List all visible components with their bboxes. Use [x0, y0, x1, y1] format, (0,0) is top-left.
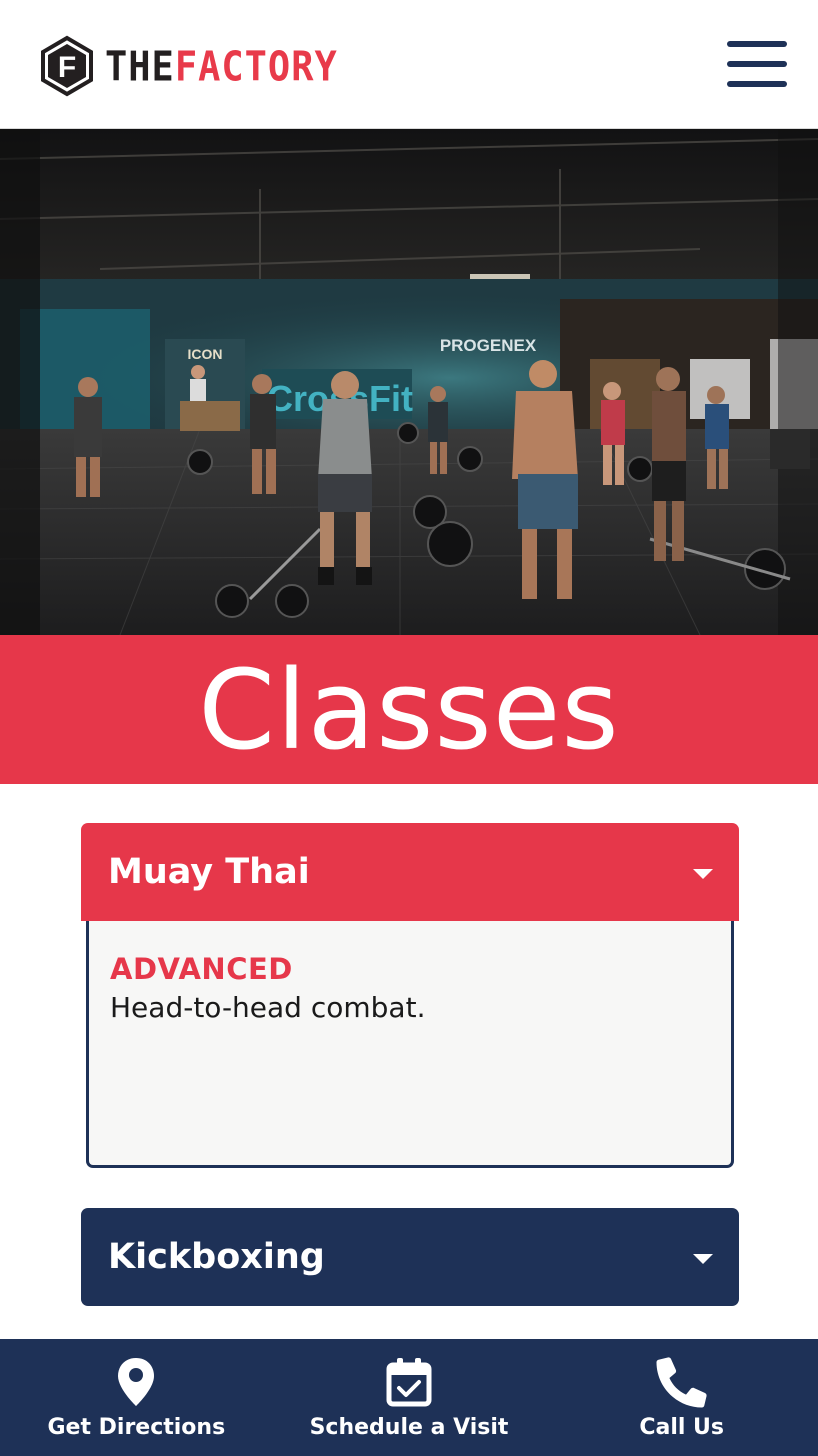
call-us-label: Call Us [639, 1415, 725, 1440]
get-directions-label: Get Directions [47, 1415, 226, 1440]
schedule-visit-label: Schedule a Visit [309, 1415, 509, 1440]
hamburger-menu-icon[interactable] [724, 38, 790, 92]
logo-word-the: THE [105, 42, 175, 90]
accordion-header-muay-thai[interactable]: Muay Thai [81, 823, 739, 921]
logo-hexagon-icon: F [41, 35, 93, 97]
title-banner: Classes [0, 635, 818, 784]
class-description: Head-to-head combat. [110, 990, 426, 1024]
logo-word-factory: FACTORY [174, 42, 338, 90]
accordion-item-muay-thai: Muay Thai ADVANCED Head-to-head combat. [81, 823, 739, 1168]
map-pin-icon [109, 1355, 163, 1409]
caret-down-icon[interactable] [693, 1254, 713, 1264]
calendar-check-icon [382, 1355, 436, 1409]
wall-sign-icon-text: ICON [188, 346, 223, 362]
accordion-item-kickboxing: Kickboxing [81, 1208, 739, 1306]
site-header: F THEFACTORY [0, 0, 818, 129]
menu-bar [727, 61, 787, 67]
logo[interactable]: F THEFACTORY [39, 35, 338, 97]
page-title: Classes [198, 645, 620, 774]
classes-accordion: Muay Thai ADVANCED Head-to-head combat. … [81, 823, 739, 1306]
logo-letter: F [58, 51, 76, 84]
bottom-action-bar: Get Directions Schedule a Visit Call Us [0, 1339, 818, 1456]
accordion-title: Kickboxing [108, 1236, 325, 1277]
hero-image: ICON CrossFit PROGENEX [0, 129, 818, 635]
accordion-title: Muay Thai [108, 851, 310, 892]
schedule-visit-button[interactable]: Schedule a Visit [273, 1339, 546, 1456]
menu-bar [727, 81, 787, 87]
gym-photo: ICON CrossFit PROGENEX [0, 129, 818, 635]
get-directions-button[interactable]: Get Directions [0, 1339, 273, 1456]
caret-down-icon[interactable] [693, 869, 713, 879]
menu-bar [727, 41, 787, 47]
page: F THEFACTORY ICON CrossFit PROGENEX Clas… [0, 0, 818, 1456]
class-level-label: ADVANCED [110, 952, 293, 986]
accordion-panel-muay-thai: ADVANCED Head-to-head combat. [86, 921, 734, 1168]
logo-text: THEFACTORY [105, 46, 338, 87]
phone-icon [655, 1355, 709, 1409]
call-us-button[interactable]: Call Us [545, 1339, 818, 1456]
accordion-header-kickboxing[interactable]: Kickboxing [81, 1208, 739, 1306]
wall-sign-progenex: PROGENEX [440, 336, 537, 355]
